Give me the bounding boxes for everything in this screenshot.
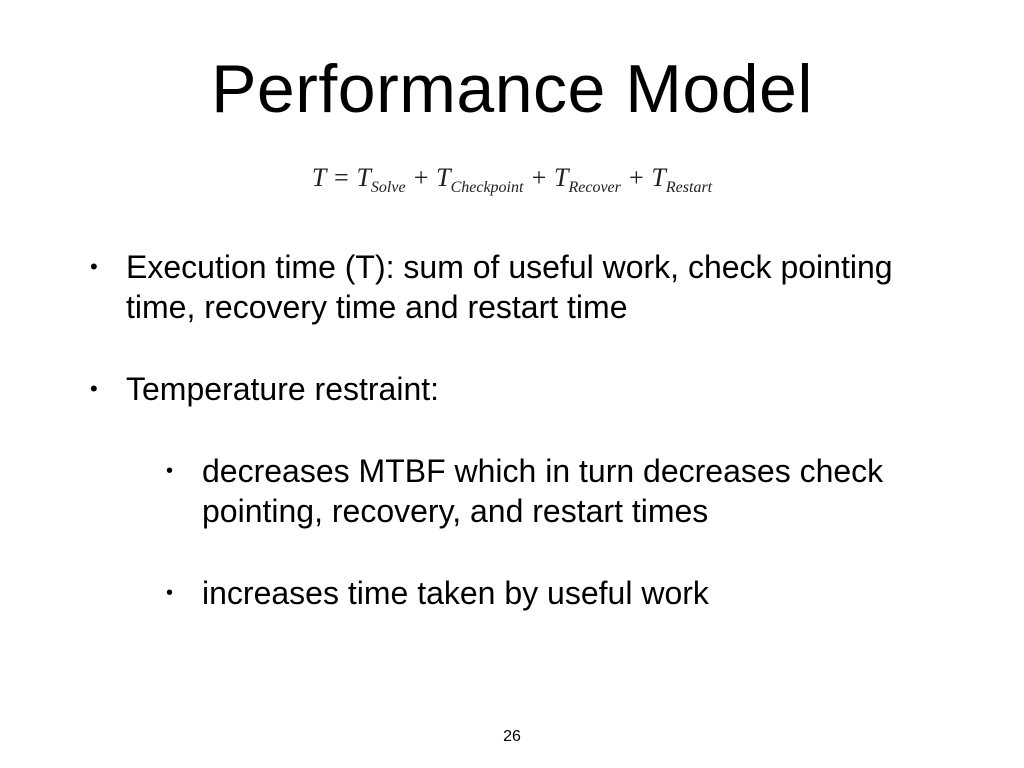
plus-0: + xyxy=(406,163,437,192)
term-2-sub: Recover xyxy=(568,179,620,196)
slide: Performance Model T = TSolve + TCheckpoi… xyxy=(0,0,1024,768)
bullet-1: Execution time (T): sum of useful work, … xyxy=(90,247,964,327)
plus-1: + xyxy=(523,163,554,192)
sub-bullet-1: decreases MTBF which in turn decreases c… xyxy=(166,451,964,531)
term-3-base: T xyxy=(651,163,665,192)
term-0-sub: Solve xyxy=(371,179,406,196)
term-1-sub: Checkpoint xyxy=(451,179,524,196)
term-3-sub: Restart xyxy=(666,179,712,196)
slide-title: Performance Model xyxy=(60,50,964,128)
page-number: 26 xyxy=(0,728,1024,746)
formula-eq: = xyxy=(326,163,357,192)
plus-2: + xyxy=(621,163,652,192)
term-0-base: T xyxy=(356,163,370,192)
sub-bullet-2: increases time taken by useful work xyxy=(166,573,964,613)
term-1-base: T xyxy=(436,163,450,192)
formula: T = TSolve + TCheckpoint + TRecover + TR… xyxy=(60,163,964,197)
sub-bullet-list: decreases MTBF which in turn decreases c… xyxy=(126,451,964,613)
bullet-list: Execution time (T): sum of useful work, … xyxy=(60,247,964,613)
bullet-2: Temperature restraint: decreases MTBF wh… xyxy=(90,369,964,613)
bullet-2-text: Temperature restraint: xyxy=(126,371,439,407)
term-2-base: T xyxy=(554,163,568,192)
formula-lhs: T xyxy=(312,163,326,192)
